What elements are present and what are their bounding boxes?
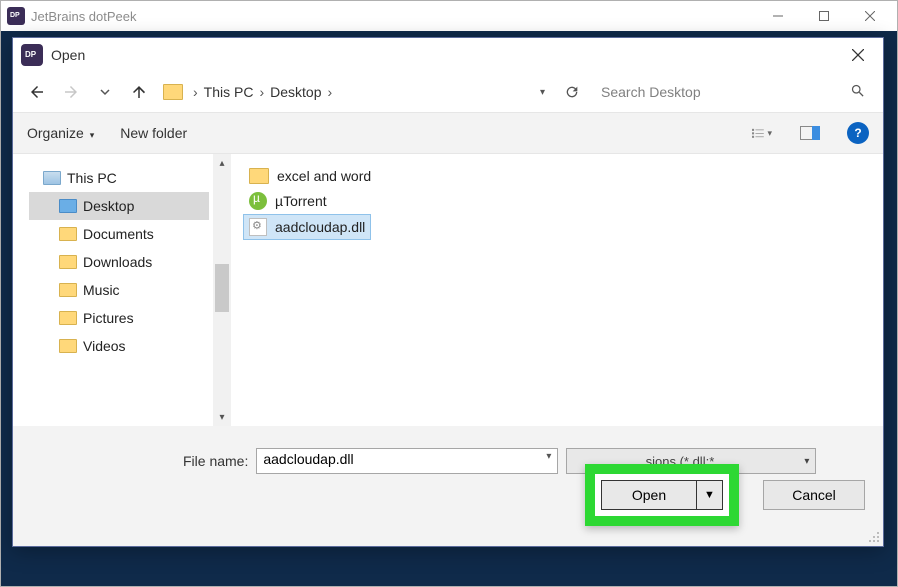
help-button[interactable]: ? <box>847 122 869 144</box>
dotpeek-icon <box>7 7 25 25</box>
tree-documents[interactable]: Documents <box>29 220 209 248</box>
chevron-right-icon: › <box>328 84 333 100</box>
dialog-buttons: Open ▼ Cancel <box>585 464 865 526</box>
nav-tree: This PC Desktop Documents Downloads Musi… <box>13 154 213 426</box>
utorrent-icon <box>249 192 267 210</box>
minimize-button[interactable] <box>755 1 801 31</box>
close-button[interactable] <box>847 1 893 31</box>
tree-this-pc[interactable]: This PC <box>29 164 209 192</box>
dialog-footer: File name: ▾ .................... sions … <box>13 426 883 546</box>
folder-icon <box>59 227 77 241</box>
folder-icon <box>59 339 77 353</box>
filename-label: File name: <box>183 453 248 469</box>
resize-grip[interactable] <box>867 530 881 544</box>
highlight-box: Open ▼ <box>585 464 739 526</box>
refresh-button[interactable] <box>557 77 587 107</box>
desktop-icon <box>59 199 77 213</box>
folder-icon <box>59 255 77 269</box>
pc-icon <box>43 171 61 185</box>
maximize-button[interactable] <box>801 1 847 31</box>
chevron-right-icon: › <box>259 84 264 100</box>
organize-menu[interactable]: Organize ▾ <box>27 125 94 141</box>
up-button[interactable] <box>125 78 153 106</box>
cancel-button[interactable]: Cancel <box>763 480 865 510</box>
window-controls <box>755 1 893 31</box>
dotpeek-icon <box>21 44 43 66</box>
nav-row: › This PC › Desktop › ▾ Search Desktop <box>13 72 883 112</box>
breadcrumb-segment[interactable]: This PC <box>204 84 254 100</box>
dialog-titlebar: Open <box>13 38 883 72</box>
search-placeholder: Search Desktop <box>601 84 701 100</box>
chevron-right-icon: › <box>193 84 198 100</box>
forward-button[interactable] <box>57 78 85 106</box>
open-dialog: Open › This PC › Desktop › ▾ <box>12 37 884 547</box>
list-item[interactable]: excel and word <box>243 164 377 188</box>
preview-pane-button[interactable] <box>799 122 821 144</box>
file-list[interactable]: excel and word µTorrent aadcloudap.dll <box>231 154 883 426</box>
back-button[interactable] <box>23 78 51 106</box>
filename-input[interactable] <box>263 451 533 467</box>
folder-icon <box>249 168 269 184</box>
recent-locations-button[interactable] <box>91 78 119 106</box>
tree-desktop[interactable]: Desktop <box>29 192 209 220</box>
scroll-down-icon[interactable]: ▾ <box>213 408 231 426</box>
scroll-up-icon[interactable]: ▴ <box>213 154 231 172</box>
app-titlebar: JetBrains dotPeek <box>1 1 897 31</box>
tree-videos[interactable]: Videos <box>29 332 209 360</box>
main-area: This PC Desktop Documents Downloads Musi… <box>13 154 883 426</box>
dialog-title: Open <box>51 47 841 63</box>
chevron-down-icon: ▾ <box>90 130 95 140</box>
tree-pictures[interactable]: Pictures <box>29 304 209 332</box>
chevron-down-icon[interactable]: ▾ <box>540 87 545 98</box>
open-button[interactable]: Open <box>601 480 697 510</box>
tree-music[interactable]: Music <box>29 276 209 304</box>
filename-combobox[interactable]: ▾ <box>256 448 558 474</box>
open-dropdown-button[interactable]: ▼ <box>697 480 723 510</box>
view-options-button[interactable]: ▾ <box>751 122 773 144</box>
list-item[interactable]: aadcloudap.dll <box>243 214 371 240</box>
dialog-close-button[interactable] <box>841 41 875 69</box>
tree-scrollbar[interactable]: ▴ ▾ <box>213 154 231 426</box>
tree-downloads[interactable]: Downloads <box>29 248 209 276</box>
breadcrumb-segment[interactable]: Desktop <box>270 84 321 100</box>
scroll-thumb[interactable] <box>215 264 229 312</box>
toolbar: Organize ▾ New folder ▾ ? <box>13 112 883 154</box>
app-title: JetBrains dotPeek <box>31 9 755 24</box>
folder-icon <box>163 84 183 100</box>
address-bar[interactable]: › This PC › Desktop › ▾ <box>159 77 551 107</box>
folder-icon <box>59 311 77 325</box>
new-folder-button[interactable]: New folder <box>120 125 187 141</box>
search-box[interactable]: Search Desktop <box>593 77 873 107</box>
folder-icon <box>59 283 77 297</box>
dll-file-icon <box>249 218 267 236</box>
list-item[interactable]: µTorrent <box>243 188 333 214</box>
chevron-down-icon[interactable]: ▾ <box>546 451 551 462</box>
search-icon <box>850 83 865 102</box>
